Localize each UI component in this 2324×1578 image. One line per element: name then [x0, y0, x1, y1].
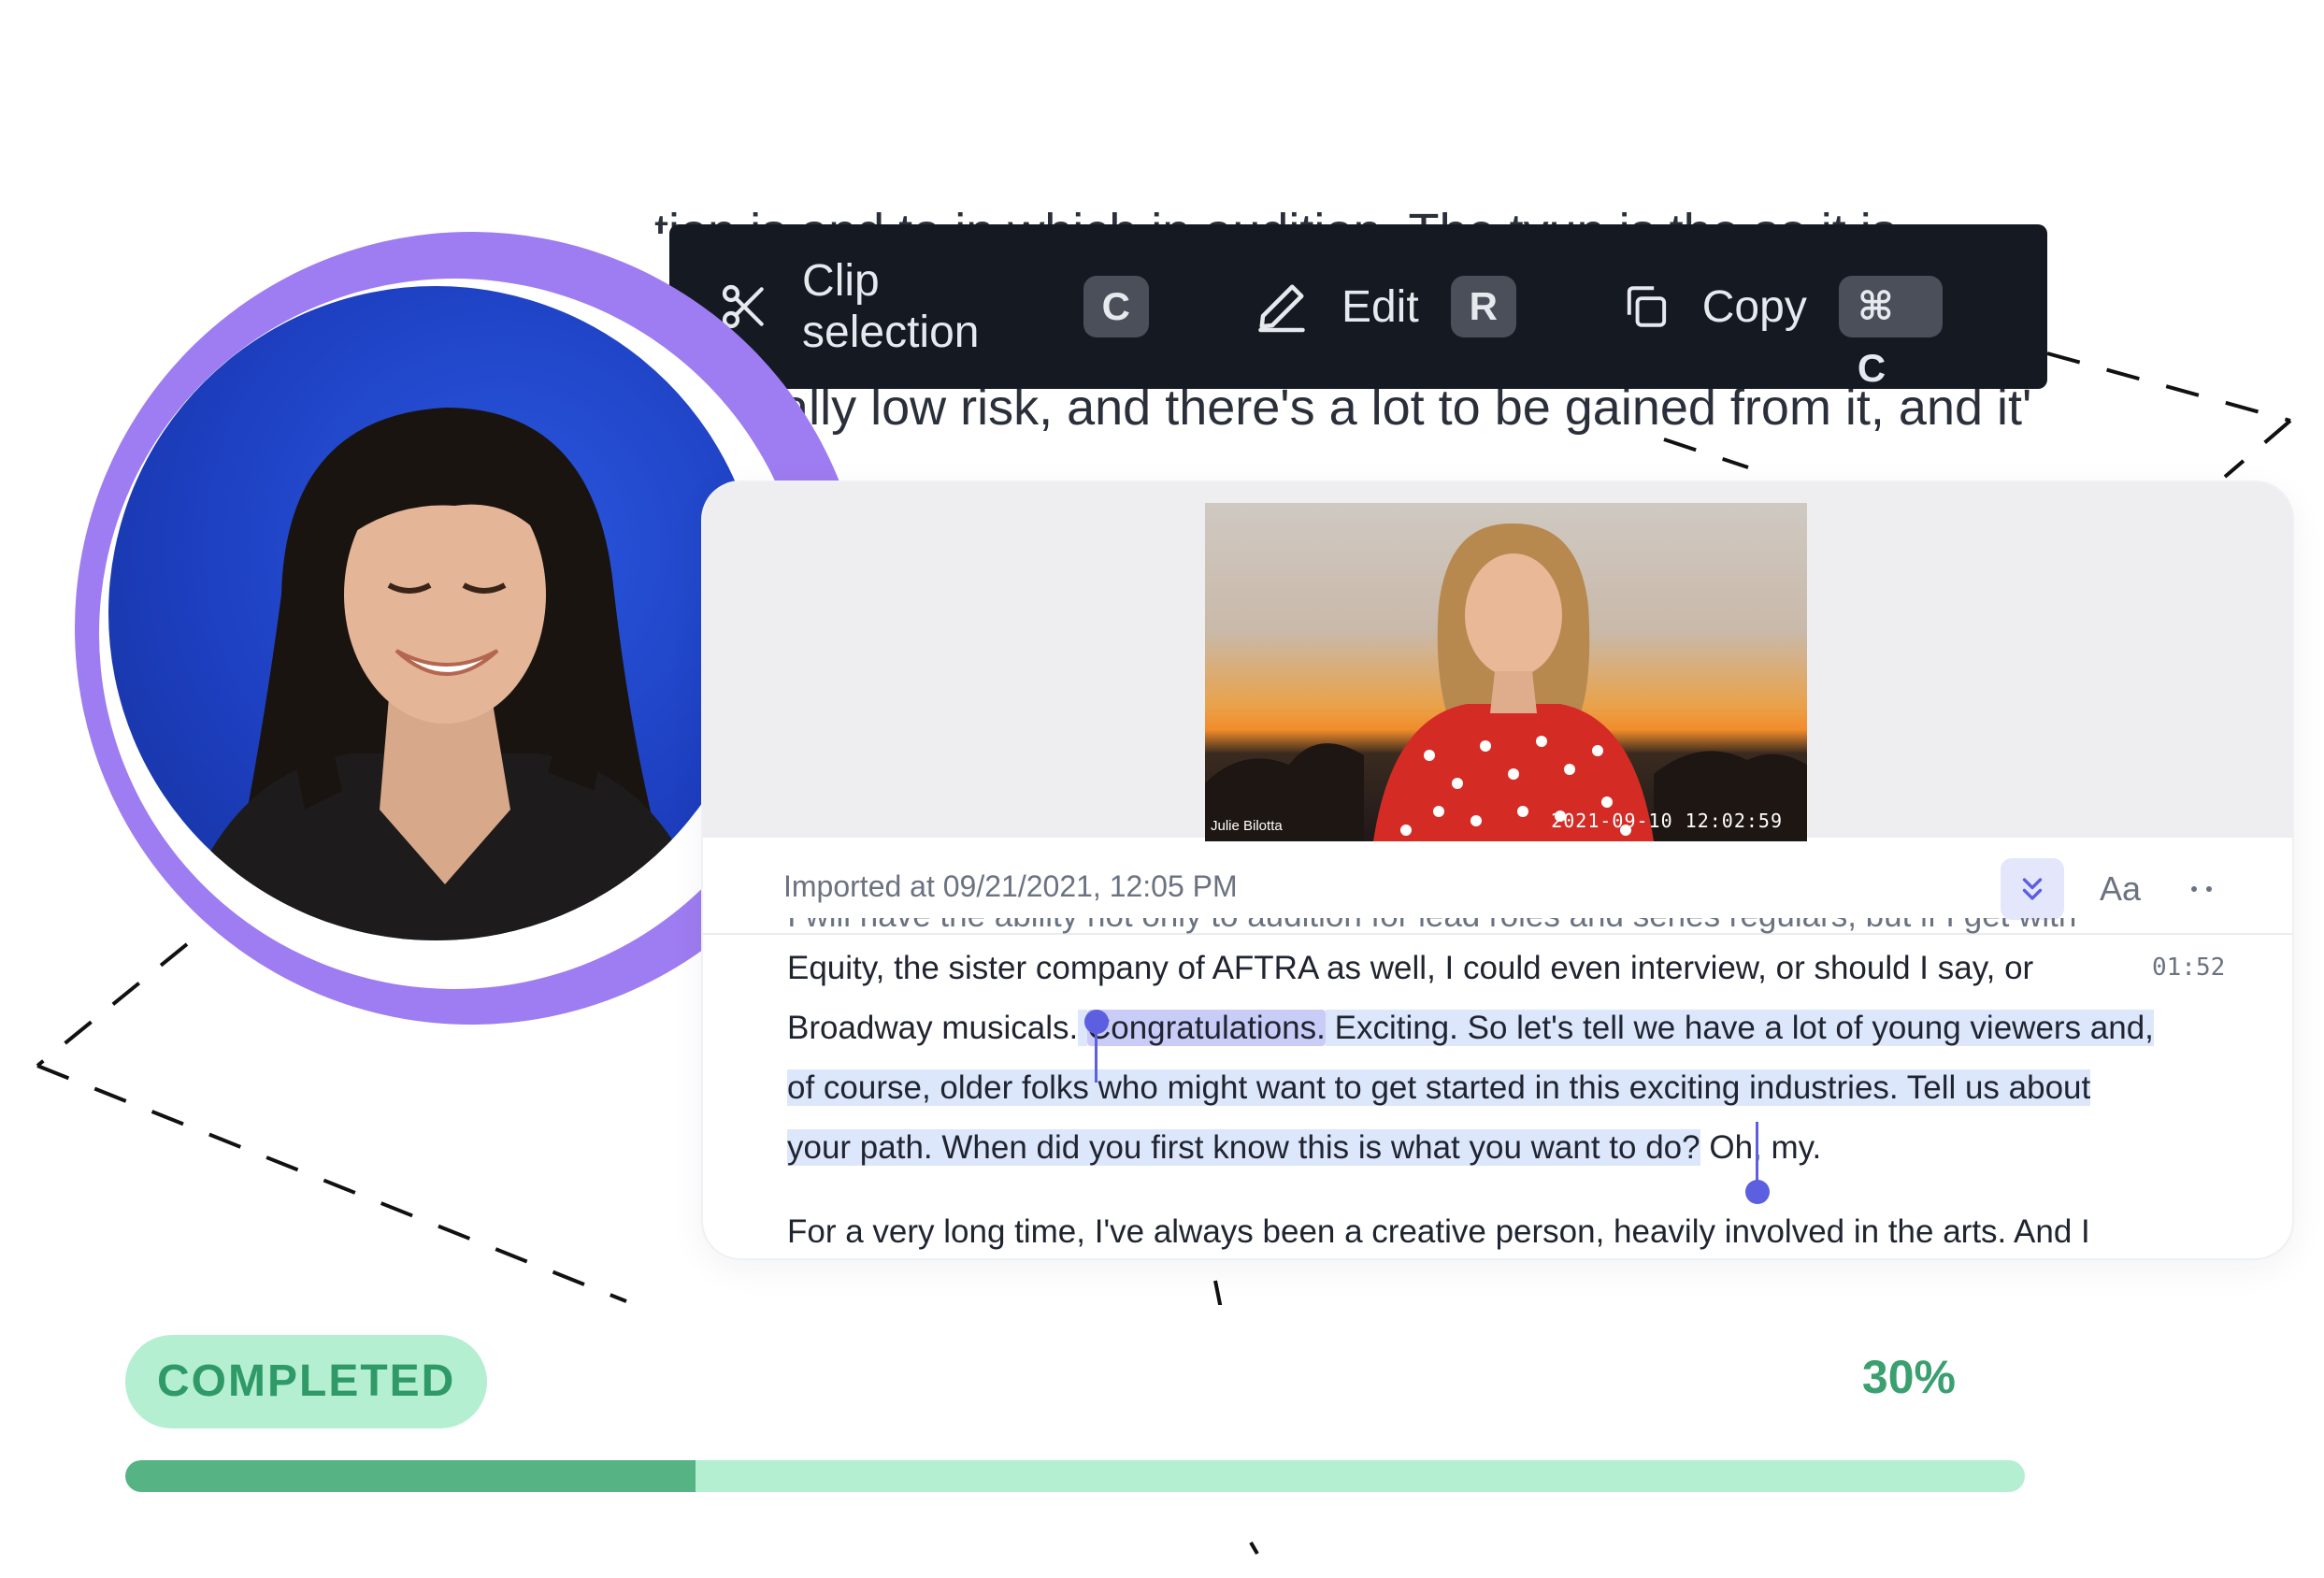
chevrons-down-icon: [2022, 878, 2043, 900]
transcript-line: your path. When did you first know this …: [787, 1118, 1821, 1178]
font-size-button[interactable]: Aa: [2083, 858, 2158, 920]
copy-label: Copy: [1701, 281, 1807, 332]
transcript-editor-card: Julie Bilotta 2021-09-10 12:02:59 Import…: [703, 482, 2292, 1258]
timestamp-marker[interactable]: 01:52: [2152, 954, 2225, 982]
selection-start-caret: [1095, 1023, 1097, 1083]
speaker-name: Julie Bilotta: [1211, 818, 1283, 834]
copy-button[interactable]: Copy ⌘ C: [1621, 276, 1943, 390]
avatar: [108, 286, 763, 940]
video-frame: [1205, 523, 1807, 841]
more-icon: [2191, 886, 2212, 892]
video-timestamp: 2021-09-10 12:02:59: [1551, 810, 1783, 832]
clip-selection-label: Clip selection: [802, 256, 980, 357]
transcript-line: of course, older folks who might want to…: [787, 1058, 2091, 1118]
person-portrait: [174, 408, 716, 940]
transcript-line: Equity, the sister company of AFTRA as w…: [787, 950, 2034, 986]
pencil-icon: [1258, 284, 1305, 333]
shortcut-badge-clip: C: [1083, 276, 1149, 337]
selection-end-handle[interactable]: [1745, 1180, 1770, 1204]
transcript-line: For a very long time, I've always been a…: [787, 1213, 2090, 1250]
transcript-line: Broadway musicals. Congratulations. Exci…: [787, 998, 2154, 1058]
selected-text: of course, older folks who might want to…: [787, 1069, 2091, 1106]
selection-toolbar: Clip selection C Edit R Copy ⌘ C: [669, 224, 2047, 390]
progress-percent: 30%: [1861, 1351, 1956, 1403]
selection-end-caret: [1756, 1122, 1758, 1182]
more-options-button[interactable]: [2173, 858, 2236, 920]
edit-label: Edit: [1341, 281, 1419, 332]
shortcut-badge-edit: R: [1450, 276, 1517, 337]
selected-text: Exciting. So let's tell we have a lot of…: [1334, 1010, 2154, 1046]
clip-selection-button[interactable]: Clip selection C: [718, 255, 1149, 358]
edit-button[interactable]: Edit R: [1254, 276, 1517, 337]
sentence: Oh, my.: [1709, 1129, 1822, 1166]
collapse-button[interactable]: [2001, 858, 2064, 920]
status-badge: COMPLETED: [125, 1335, 488, 1428]
sentence: Broadway musicals.: [787, 1010, 1079, 1046]
video-player[interactable]: Julie Bilotta 2021-09-10 12:02:59: [1205, 503, 1807, 841]
shortcut-badge-copy: ⌘ C: [1838, 276, 1943, 390]
imported-timestamp: Imported at 09/21/2021, 12:05 PM: [783, 869, 1238, 903]
copy-icon: [1627, 286, 1667, 327]
progress-card: COMPLETED 30%: [103, 1305, 2059, 1529]
selected-text: your path. When did you first know this …: [787, 1129, 1700, 1166]
progress-bar-fill: [125, 1460, 696, 1492]
progress-bar: [125, 1460, 2025, 1492]
highlighted-word[interactable]: Congratulations.: [1086, 1010, 1326, 1046]
